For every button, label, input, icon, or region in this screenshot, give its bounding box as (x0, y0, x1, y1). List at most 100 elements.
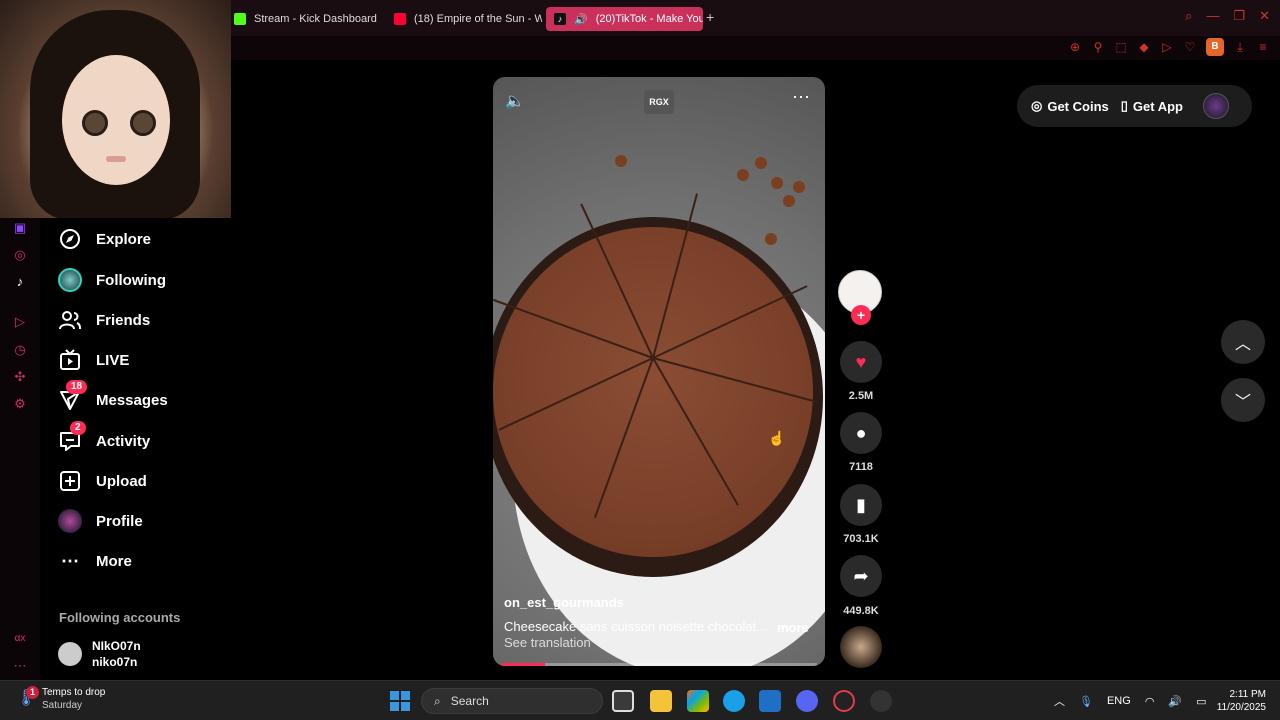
follow-plus-button[interactable]: + (851, 305, 871, 325)
tab-youtube[interactable]: (18) Empire of the Sun - W (386, 7, 542, 31)
volume-icon[interactable]: 🔈 (505, 91, 525, 111)
task-view-icon[interactable] (612, 690, 634, 712)
share-button[interactable]: ➦ (840, 555, 882, 597)
thermometer-icon: 🌡 1 (16, 686, 39, 710)
share-icon: ➦ (853, 565, 869, 586)
discord-icon[interactable] (796, 690, 818, 712)
strip-label: αx (14, 633, 26, 644)
comment-count: 7118 (849, 461, 873, 473)
file-explorer-icon[interactable] (650, 690, 672, 712)
heart-outline-icon[interactable]: ♡ (1183, 40, 1197, 54)
windows-taskbar: 🌡 1 Temps to drop Saturday ⌕ Search ︿ 🎙 … (0, 680, 1280, 720)
restore-icon[interactable]: ❐ (1233, 8, 1245, 24)
instagram-icon[interactable]: ◎ (12, 247, 28, 263)
extensions-icon[interactable]: ✣ (12, 369, 28, 385)
tiktok-strip-icon[interactable]: ♪ (12, 274, 28, 290)
tiktok-icon: ♪ (554, 13, 566, 25)
speaker-tray-icon[interactable]: 🔊 (1168, 695, 1182, 708)
see-translation-link[interactable]: See translation (504, 635, 591, 650)
chevron-up-tray-icon[interactable]: ︿ (1054, 693, 1065, 709)
video-more-options-icon[interactable]: ⋯ (792, 87, 811, 108)
coin-icon: ◎ (1031, 98, 1043, 113)
video-author[interactable]: on_est_gourmands (504, 595, 624, 610)
new-tab-button[interactable]: + (706, 9, 714, 25)
brave-extension-icon[interactable]: B (1206, 38, 1224, 56)
messages-badge: 18 (66, 380, 88, 394)
language-indicator[interactable]: ENG (1107, 695, 1131, 707)
ms365-icon[interactable] (687, 690, 709, 712)
microphone-icon[interactable]: 🎙 (1079, 695, 1093, 708)
sidebar-item-label: Profile (96, 512, 143, 530)
sidebar-item-following[interactable]: Following (58, 265, 166, 295)
sidebar-item-activity[interactable]: 2 Activity (58, 421, 151, 456)
weather-badge: 1 (26, 686, 39, 699)
video-progress-fill (501, 663, 546, 666)
sidebar-item-friends[interactable]: Friends (58, 305, 150, 335)
pin-icon[interactable]: ⚲ (1091, 40, 1105, 54)
menu-icon[interactable]: ≡ (1256, 40, 1270, 54)
like-count: 2.5M (848, 390, 874, 402)
store-icon[interactable] (759, 690, 781, 712)
player-icon[interactable]: ▷ (12, 314, 28, 330)
history-icon[interactable]: ◷ (12, 342, 28, 358)
get-app-button[interactable]: ▯ Get App (1121, 98, 1183, 114)
sidebar-item-more[interactable]: ⋯ More (58, 546, 132, 576)
download-icon[interactable]: ⤓ (1233, 40, 1247, 54)
video-player[interactable]: 🔈 RGX ⋯ on_est_gourmands Cheesecake sans… (493, 77, 825, 666)
heart-icon: ♥ (855, 351, 867, 372)
phone-icon: ▯ (1120, 98, 1128, 113)
messages-icon: 18 (58, 380, 88, 412)
start-button[interactable] (390, 691, 410, 711)
sidebar-item-live[interactable]: LIVE (58, 345, 129, 375)
play-icon[interactable]: ▷ (1160, 40, 1174, 54)
sidebar-item-label: LIVE (96, 351, 130, 369)
wifi-icon[interactable]: ◠ (1145, 695, 1155, 708)
like-button[interactable]: ♥ (840, 341, 882, 383)
edge-icon[interactable] (723, 690, 745, 712)
system-tray: ︿ 🎙 ENG ◠ 🔊 ▭ (1054, 693, 1207, 709)
following-account-item[interactable]: NIkO07n niko07n (58, 638, 141, 670)
clock[interactable]: 2:11 PM 11/20/2025 (1208, 688, 1266, 714)
tab-tiktok[interactable]: ♪ 🔊 (20)TikTok - Make You (546, 7, 703, 31)
opera-icon[interactable] (833, 690, 855, 712)
taskbar-search[interactable]: ⌕ Search (421, 688, 603, 714)
tab-label: (20)TikTok - Make You (595, 13, 703, 25)
comment-button[interactable]: ● (840, 412, 882, 454)
tab-kick[interactable]: Stream - Kick Dashboard (226, 7, 386, 31)
more-icon: ⋯ (61, 550, 79, 571)
save-button[interactable]: ▮ (840, 484, 882, 526)
pocket-icon[interactable]: ◆ (1137, 40, 1151, 54)
compass-icon (58, 227, 82, 251)
battery-icon[interactable]: ▭ (1196, 695, 1206, 708)
twitch-icon[interactable]: ▣ (12, 220, 28, 236)
sidebar-item-messages[interactable]: 18 Messages (58, 380, 168, 415)
search-tabs-icon[interactable]: ⌕ (1185, 8, 1192, 24)
video-frame-cake-top (493, 227, 813, 557)
sidebar-item-explore[interactable]: Explore (58, 224, 151, 254)
obs-icon[interactable] (870, 690, 892, 712)
previous-video-button[interactable]: ︿ (1221, 320, 1265, 364)
sidebar-item-label: Explore (96, 230, 152, 248)
activity-icon: 2 (58, 421, 86, 453)
screenshot-icon[interactable]: ⬚ (1114, 40, 1128, 54)
settings-icon[interactable]: ⚙ (12, 396, 28, 412)
caption-more-button[interactable]: more (777, 620, 809, 635)
get-coins-button[interactable]: ◎ Get Coins (1031, 98, 1109, 114)
tab-label: Stream - Kick Dashboard (254, 13, 377, 25)
user-avatar[interactable] (1202, 93, 1229, 119)
next-video-button[interactable]: ﹀ (1221, 378, 1265, 422)
account-name: NIkO07n (92, 639, 141, 653)
get-app-label: Get App (1132, 98, 1183, 114)
sidebar-item-profile[interactable]: Profile (58, 506, 143, 536)
sidebar-item-upload[interactable]: Upload (58, 466, 147, 496)
music-disc[interactable] (840, 626, 882, 668)
close-icon[interactable]: ✕ (1259, 8, 1270, 24)
kick-icon (234, 13, 246, 25)
sidebar-item-label: Activity (96, 432, 151, 450)
minimize-icon[interactable]: — (1206, 8, 1219, 24)
browser-toolbar: ⊕ ⚲ ⬚ ◆ ▷ ♡ B ⤓ ≡ (230, 36, 1280, 60)
more-dots-icon[interactable]: ⋯ (12, 658, 28, 674)
zoom-icon[interactable]: ⊕ (1068, 40, 1082, 54)
weather-widget[interactable]: 🌡 1 Temps to drop Saturday (16, 686, 105, 712)
video-progress-bar[interactable] (501, 663, 817, 666)
